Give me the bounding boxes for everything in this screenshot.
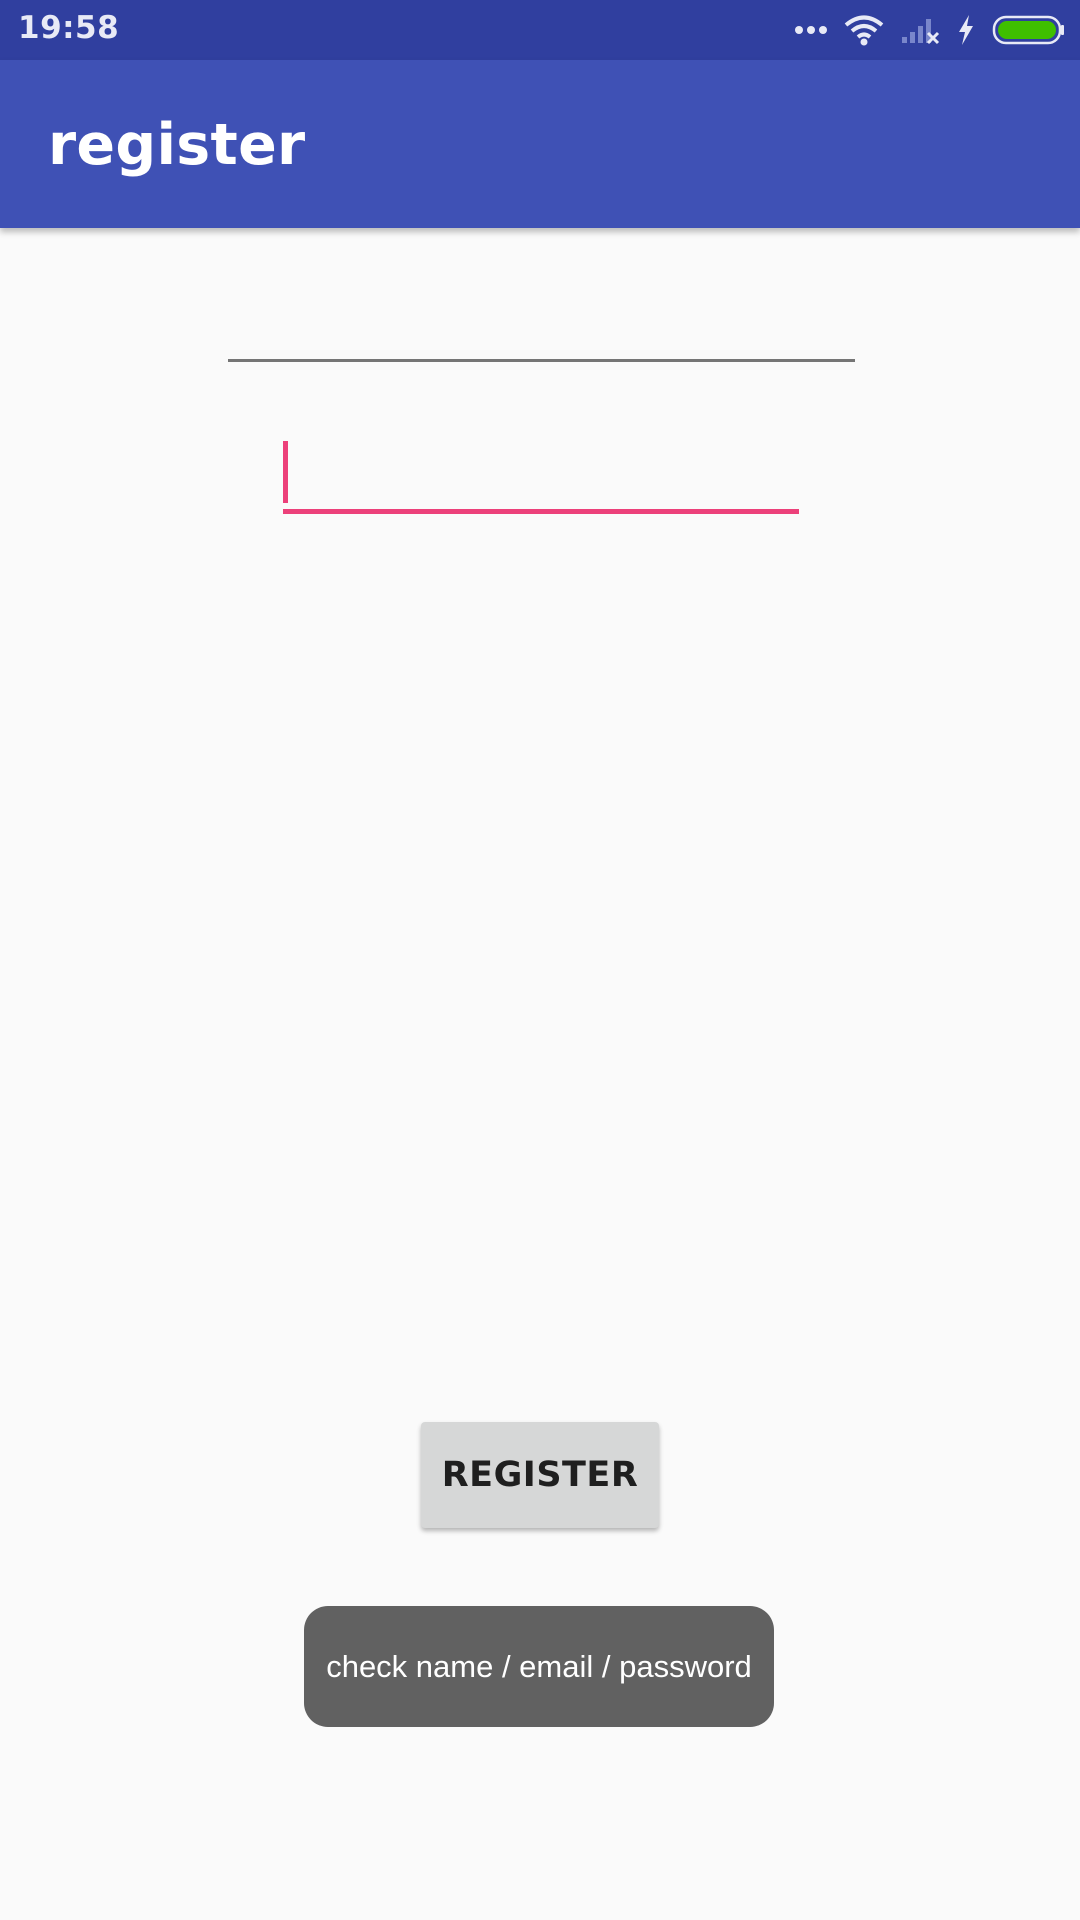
battery-full-icon <box>992 14 1066 46</box>
more-dots-icon <box>794 25 828 35</box>
app-title: register <box>48 112 306 178</box>
toast-message: check name / email / password <box>304 1606 774 1727</box>
second-input-field[interactable] <box>283 430 799 514</box>
text-cursor <box>283 441 288 503</box>
toast-text: check name / email / password <box>326 1648 752 1684</box>
register-button[interactable]: REGISTER <box>421 1422 659 1528</box>
charging-bolt-icon <box>956 14 976 46</box>
status-icons <box>778 10 1066 50</box>
status-time: 19:58 <box>18 10 120 46</box>
app-bar: register <box>0 60 1080 228</box>
wifi-icon <box>844 14 884 46</box>
status-bar: 19:58 <box>0 0 1080 60</box>
first-input-field[interactable] <box>228 300 855 362</box>
signal-no-service-icon <box>900 15 940 45</box>
